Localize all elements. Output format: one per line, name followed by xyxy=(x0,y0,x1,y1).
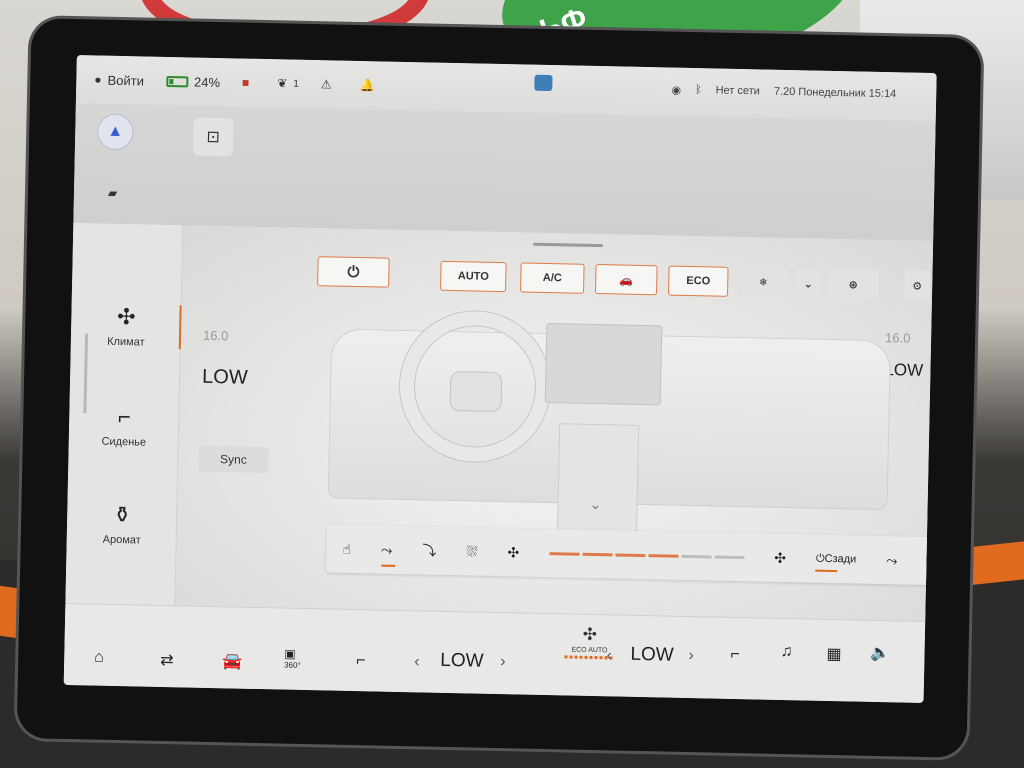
recirculation-button[interactable]: 🚗 xyxy=(594,263,658,296)
max-defrost-icon: ❄ xyxy=(758,276,768,289)
navigation-arrow-icon: ▲ xyxy=(107,122,124,141)
fan-speed-segment xyxy=(681,554,712,558)
sidebar-item-seat[interactable]: ⌐ Сиденье xyxy=(69,403,180,449)
infotainment-display: ● Войти 24% ■ ❦ 1 ⚠ 🔔 ◉ ᛒ Нет сети 7.20 … xyxy=(16,18,982,758)
passenger-seat-icon[interactable]: ⌐ xyxy=(730,646,740,664)
alarm-icon: ⚠ xyxy=(320,77,332,92)
car-recirculation-icon: 🚗 xyxy=(619,273,634,287)
fragrance-icon: ⚱ xyxy=(112,501,132,528)
eco-auto-label: ECO AUTO xyxy=(571,646,608,655)
notification-count: 1 xyxy=(293,78,299,90)
steering-wheel-icon: ⊛ xyxy=(848,278,858,291)
sidebar-item-climate[interactable]: ✣ Климат xyxy=(71,303,182,349)
sidebar-item-label: Климат xyxy=(107,335,145,349)
scan-button[interactable]: ⊡ xyxy=(192,117,234,157)
camera-status[interactable]: ■ xyxy=(242,76,256,90)
sidebar-item-label: Сиденье xyxy=(101,435,147,449)
steering-hub-illustration xyxy=(449,370,503,413)
bell-status[interactable]: 🔔 xyxy=(359,78,380,92)
fan-speed-segment xyxy=(582,552,613,556)
fan-speed-segment xyxy=(549,551,580,556)
bell-icon: 🔔 xyxy=(359,78,375,93)
passenger-temperature[interactable]: 16.0 xyxy=(885,330,911,346)
ac-button[interactable]: A/C xyxy=(520,262,585,294)
driver-fan-increase[interactable]: › xyxy=(500,653,506,671)
car-gamepad-icon[interactable]: ▰ xyxy=(108,186,118,200)
driver-seat-icon[interactable]: ⌐ xyxy=(356,652,366,670)
sync-button[interactable]: Sync xyxy=(198,445,269,474)
climate-panel: ⏻ AUTO A/C 🚗 ECO ❄ ⌄ ⊛ ⚙ 16.0 LOW 16.0 L… xyxy=(175,225,937,621)
fan-icon: ✣ xyxy=(116,303,136,330)
max-defrost-button[interactable]: ❄ xyxy=(737,266,789,299)
camera-360-button[interactable]: ▣ 360° xyxy=(284,647,301,670)
battery-percent: 24% xyxy=(193,74,221,90)
eco-fan-icon: ✣ xyxy=(582,624,598,645)
battery-icon xyxy=(165,75,189,87)
fan-small-icon: ✣ xyxy=(507,543,520,560)
parking-icon[interactable]: ⇄ xyxy=(160,650,174,670)
rear-airflow-feet-icon[interactable]: ⤵ xyxy=(927,551,936,571)
power-button[interactable]: ⏻ xyxy=(317,256,390,288)
network-status: Нет сети xyxy=(715,84,761,98)
driver-temperature[interactable]: 16.0 xyxy=(203,328,229,344)
gps-icon: ◉ xyxy=(671,84,682,97)
sidebar-item-label: Аромат xyxy=(102,533,141,547)
driver-fan-level[interactable]: LOW xyxy=(202,366,248,390)
touch-airflow-icon[interactable]: ☝ xyxy=(342,540,351,557)
apps-grid-icon[interactable]: ▦ xyxy=(826,644,842,664)
expand-down-icon[interactable]: ⌄ xyxy=(589,496,601,513)
fan-speed-slider[interactable] xyxy=(549,551,745,559)
seat-icon: ⌐ xyxy=(117,404,131,430)
user-icon: ● xyxy=(94,72,102,87)
notifications[interactable]: ❦ 1 xyxy=(277,76,299,90)
fan-speed-segment xyxy=(615,552,646,557)
fan-speed-segment xyxy=(648,553,679,558)
car-icon[interactable]: 🚘 xyxy=(222,651,242,671)
bottom-dock: ⌂ ⇄ 🚘 ▣ 360° ⌐ ‹ LOW › ✣ ECO AUTO ‹ LOW … xyxy=(63,602,926,703)
fan-speed-segment xyxy=(714,555,745,559)
airflow-defrost-icon[interactable]: ⛆ xyxy=(466,543,478,560)
battery-indicator: 24% xyxy=(165,73,221,90)
dock-driver-fan[interactable]: LOW xyxy=(440,650,484,673)
volume-icon[interactable]: 🔈 xyxy=(870,643,890,663)
gear-icon: ⚙ xyxy=(912,280,923,293)
dock-passenger-fan[interactable]: LOW xyxy=(630,644,674,667)
eco-button[interactable]: ECO xyxy=(667,265,729,297)
login-label: Войти xyxy=(107,72,145,88)
chevron-down-icon: ⌄ xyxy=(803,277,813,291)
passenger-fan-increase[interactable]: › xyxy=(688,647,694,665)
camera-360-label: 360° xyxy=(284,660,301,670)
settings-button[interactable]: ⚙ xyxy=(903,270,931,302)
sidebar-item-fragrance[interactable]: ⚱ Аромат xyxy=(67,501,178,547)
auto-button[interactable]: AUTO xyxy=(440,260,507,293)
passenger-fan-decrease[interactable]: ‹ xyxy=(606,647,612,665)
dashcam-icon: ■ xyxy=(241,75,250,90)
more-dropdown[interactable]: ⌄ xyxy=(795,268,821,299)
scan-icon: ⊡ xyxy=(206,128,221,147)
driver-fan-decrease[interactable]: ‹ xyxy=(414,653,420,671)
datetime: 7.20 Понедельник 15:14 xyxy=(773,85,897,101)
rear-airflow-face-icon[interactable]: ⤳ xyxy=(886,552,898,569)
fan-large-icon: ✣ xyxy=(774,549,787,566)
airflow-feet-icon[interactable]: ⤵ xyxy=(422,540,436,560)
status-right: ◉ ᛒ Нет сети 7.20 Понедельник 15:14 xyxy=(671,84,896,102)
music-icon[interactable]: ♫ xyxy=(780,643,792,661)
climate-sidebar: ✣ Климат ⌐ Сиденье ⚱ Аромат xyxy=(65,223,184,606)
power-icon: ⏻ xyxy=(347,263,360,281)
airflow-bar: ☝ ⤳ ⤵ ⛆ ✣ ✣ ⏻Сзади ⤳ ⤵ ☞ xyxy=(326,524,937,586)
screen: ● Войти 24% ■ ❦ 1 ⚠ 🔔 ◉ ᛒ Нет сети 7.20 … xyxy=(63,55,937,703)
rear-label: Сзади xyxy=(824,552,857,566)
app-icon[interactable] xyxy=(534,74,553,92)
alarm-status[interactable]: ⚠ xyxy=(321,77,338,91)
camera-360-icon: ▣ xyxy=(284,646,296,661)
leaf-icon: ❦ xyxy=(277,76,288,91)
login-button[interactable]: ● Войти xyxy=(94,72,144,88)
rear-climate-button[interactable]: ⏻Сзади xyxy=(816,552,857,566)
airflow-face-icon[interactable]: ⤳ xyxy=(381,541,393,558)
panel-drag-handle[interactable] xyxy=(532,242,604,248)
steering-heat-button[interactable]: ⊛ xyxy=(827,268,879,300)
home-icon[interactable]: ⌂ xyxy=(94,649,104,667)
center-screen-illustration xyxy=(544,322,663,406)
bluetooth-icon: ᛒ xyxy=(694,84,702,97)
